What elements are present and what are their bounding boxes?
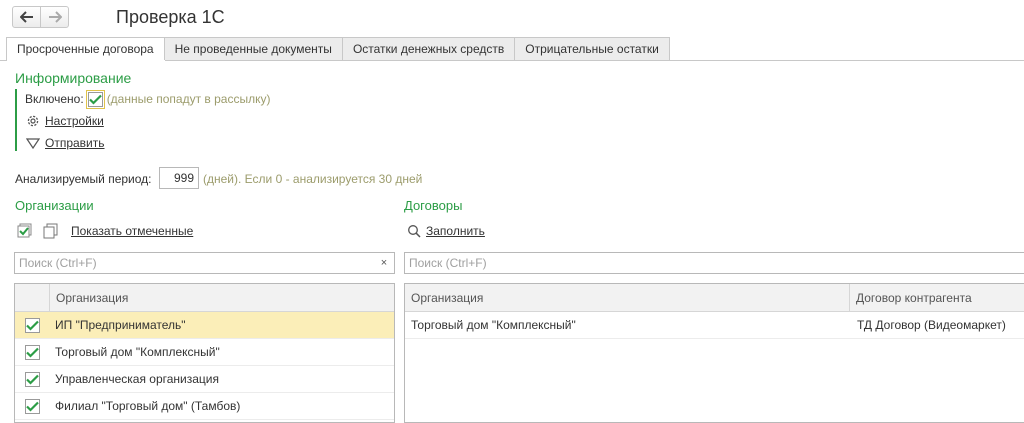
send-icon xyxy=(25,135,41,151)
row-checkbox[interactable] xyxy=(25,399,40,414)
informing-title: Информирование xyxy=(15,70,132,86)
column-organization[interactable]: Организация xyxy=(405,284,849,312)
column-organization[interactable]: Организация xyxy=(49,284,394,312)
enabled-checkbox[interactable] xyxy=(85,89,105,109)
table-row[interactable]: Управленческая организация xyxy=(15,366,394,393)
show-checked-link[interactable]: Показать отмеченные xyxy=(71,224,193,238)
organizations-search-input[interactable]: Поиск (Ctrl+F) × xyxy=(14,252,395,274)
period-input[interactable] xyxy=(159,167,199,189)
forward-button[interactable] xyxy=(40,6,69,28)
search-placeholder: Поиск (Ctrl+F) xyxy=(409,256,487,270)
search-icon xyxy=(406,223,422,239)
gear-icon xyxy=(25,113,41,129)
table-header: Организация xyxy=(15,284,394,312)
contracts-table: Организация Договор контрагента Торговый… xyxy=(404,283,1024,423)
organization-name: Филиал "Торговый дом" (Тамбов) xyxy=(55,399,241,413)
organizations-title: Организации xyxy=(15,198,94,213)
enabled-hint: (данные попадут в рассылку) xyxy=(106,92,271,106)
contract-organization: Торговый дом "Комплексный" xyxy=(411,318,576,332)
enabled-label: Включено: xyxy=(25,92,84,106)
uncheck-all-icon[interactable] xyxy=(43,223,59,239)
table-row[interactable]: ИП "Предприниматель" xyxy=(15,312,394,339)
check-all-icon[interactable] xyxy=(17,223,33,239)
tab-bar: Просроченные договора Не проведенные док… xyxy=(6,37,670,61)
column-contract[interactable]: Договор контрагента xyxy=(849,284,1024,312)
table-row[interactable]: Торговый дом "Комплексный" xyxy=(15,339,394,366)
organization-name: Управленческая организация xyxy=(55,372,219,386)
table-row[interactable]: Филиал "Торговый дом" (Тамбов) xyxy=(15,393,394,420)
clear-search-icon[interactable]: × xyxy=(374,253,394,273)
back-button[interactable] xyxy=(12,6,41,28)
contract-name: ТД Договор (Видеомаркет) xyxy=(857,318,1006,332)
group-bar xyxy=(15,89,17,151)
period-label: Анализируемый период: xyxy=(15,172,152,186)
row-checkbox[interactable] xyxy=(25,345,40,360)
tab-negative-balances[interactable]: Отрицательные остатки xyxy=(515,37,670,61)
arrow-left-icon xyxy=(19,11,34,23)
window-title: Проверка 1С xyxy=(116,7,225,27)
tab-overdue-contracts[interactable]: Просроченные договора xyxy=(6,37,165,61)
tab-cash-balances[interactable]: Остатки денежных средств xyxy=(342,37,516,61)
period-hint: (дней). Если 0 - анализируется 30 дней xyxy=(203,172,423,186)
arrow-right-icon xyxy=(48,11,62,23)
table-header: Организация Договор контрагента xyxy=(405,284,1024,312)
send-link[interactable]: Отправить xyxy=(45,136,105,150)
table-row[interactable]: Торговый дом "Комплексный" ТД Договор (В… xyxy=(405,312,1024,339)
organization-name: ИП "Предприниматель" xyxy=(55,318,186,332)
organization-name: Торговый дом "Комплексный" xyxy=(55,345,220,359)
organizations-table: Организация ИП "Предприниматель" Торговы… xyxy=(14,283,395,423)
contracts-search-input[interactable]: Поиск (Ctrl+F) xyxy=(404,252,1024,274)
row-checkbox[interactable] xyxy=(25,372,40,387)
contracts-title: Договоры xyxy=(404,198,463,213)
settings-link[interactable]: Настройки xyxy=(45,114,104,128)
fill-link[interactable]: Заполнить xyxy=(426,224,485,238)
search-placeholder: Поиск (Ctrl+F) xyxy=(19,256,97,270)
row-checkbox[interactable] xyxy=(25,318,40,333)
tab-unposted-documents[interactable]: Не проведенные документы xyxy=(164,37,343,61)
